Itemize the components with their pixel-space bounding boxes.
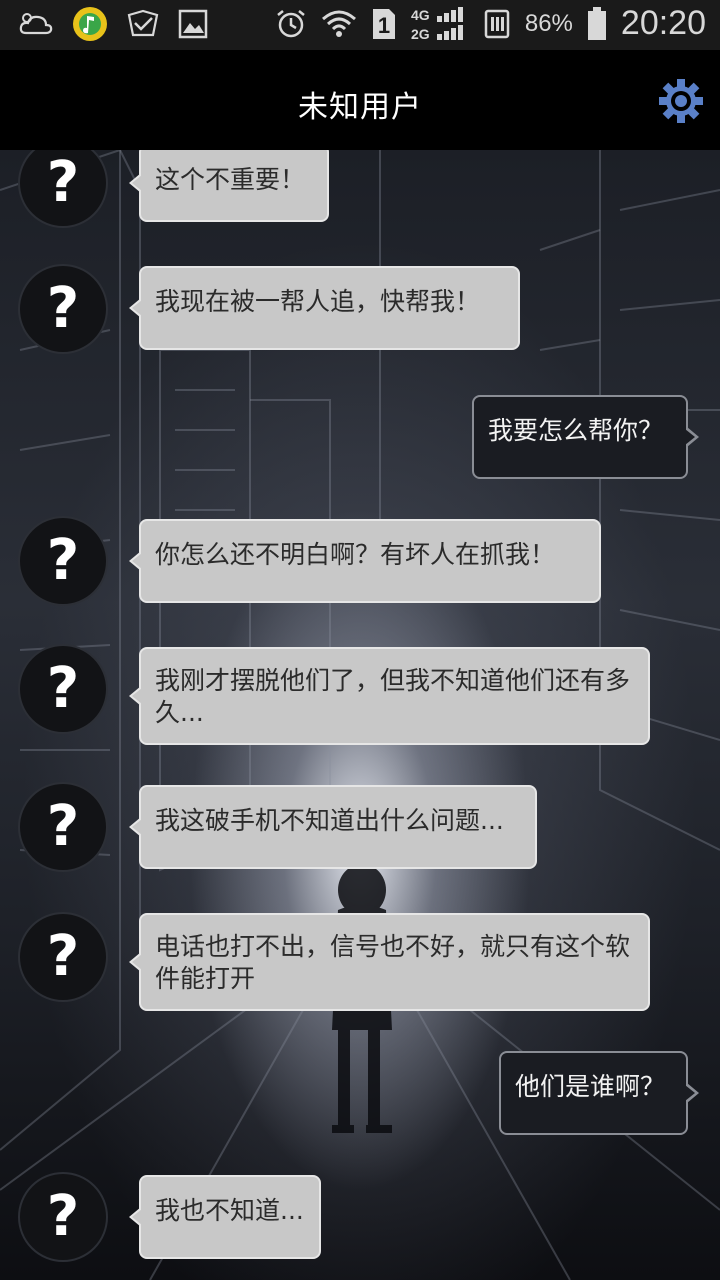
message-bubble-incoming: 我这破手机不知道出什么问题... xyxy=(129,785,537,869)
message-bubble-incoming: 你怎么还不明白啊？有坏人在抓我！ xyxy=(129,519,601,603)
message-text: 我现在被一帮人追，快帮我！ xyxy=(155,287,481,316)
signal-icon: 4G 2G xyxy=(411,6,463,42)
clock: 20:20 xyxy=(620,4,706,42)
sim-icon: 1 xyxy=(372,8,395,39)
message-text: 我刚才摆脱他们了，但我不知道他们还有多久... xyxy=(155,666,631,727)
avatar[interactable]: ? xyxy=(18,264,108,354)
gear-icon[interactable] xyxy=(656,76,706,126)
battery-percent: 86% xyxy=(524,9,573,37)
avatar[interactable]: ? xyxy=(18,782,108,872)
message-text: 这个不重要！ xyxy=(155,165,306,194)
avatar[interactable]: ? xyxy=(18,644,108,734)
message-bubble-outgoing: 他们是谁啊？ xyxy=(499,1051,699,1135)
status-right-icons: 1 4G 2G 86% 20:20 xyxy=(275,4,706,43)
avatar[interactable]: ? xyxy=(18,516,108,606)
contact-name: 未知用户 xyxy=(298,90,422,125)
wifi-icon xyxy=(321,10,356,37)
status-bar: 1 4G 2G 86% 20:20 xyxy=(0,0,720,50)
data-icon xyxy=(484,9,510,38)
message-bubble-incoming: 这个不重要！ xyxy=(129,150,329,222)
weather-cloud-icon xyxy=(19,13,53,35)
mail-shield-icon xyxy=(127,9,159,37)
message-text: 他们是谁啊？ xyxy=(515,1072,666,1101)
message-text: 我也不知道... xyxy=(155,1196,304,1225)
chat-header: 未知用户 xyxy=(0,50,720,150)
sim-slot-label: 1 xyxy=(378,13,390,38)
message-text: 你怎么还不明白啊？有坏人在抓我！ xyxy=(155,540,556,569)
message-bubble-incoming: 我刚才摆脱他们了，但我不知道他们还有多久... xyxy=(129,647,650,745)
message-bubble-incoming: 电话也打不出，信号也不好，就只有这个软件能打开 xyxy=(129,913,650,1011)
battery-icon xyxy=(587,6,606,40)
gallery-icon xyxy=(178,9,208,39)
avatar[interactable]: ? xyxy=(18,1172,108,1262)
status-left-icons xyxy=(18,6,208,42)
network-top-label: 4G xyxy=(411,7,430,23)
message-bubble-incoming: 我也不知道... xyxy=(129,1175,321,1259)
message-text: 我要怎么帮你？ xyxy=(488,416,664,445)
message-bubble-incoming: 我现在被一帮人追，快帮我！ xyxy=(129,266,520,350)
music-app-icon xyxy=(73,7,107,41)
network-bottom-label: 2G xyxy=(411,26,430,42)
alarm-icon xyxy=(277,9,305,37)
message-bubble-outgoing: 我要怎么帮你？ xyxy=(472,395,699,479)
message-text: 我这破手机不知道出什么问题... xyxy=(155,806,504,835)
message-text: 电话也打不出，信号也不好，就只有这个软件能打开 xyxy=(155,932,631,993)
avatar[interactable]: ? xyxy=(18,912,108,1002)
chat-area[interactable]: ? 这个不重要！ ? 我现在被一帮人追，快帮我！ 我要怎么帮你？ ? 你怎么还不… xyxy=(0,150,720,1280)
